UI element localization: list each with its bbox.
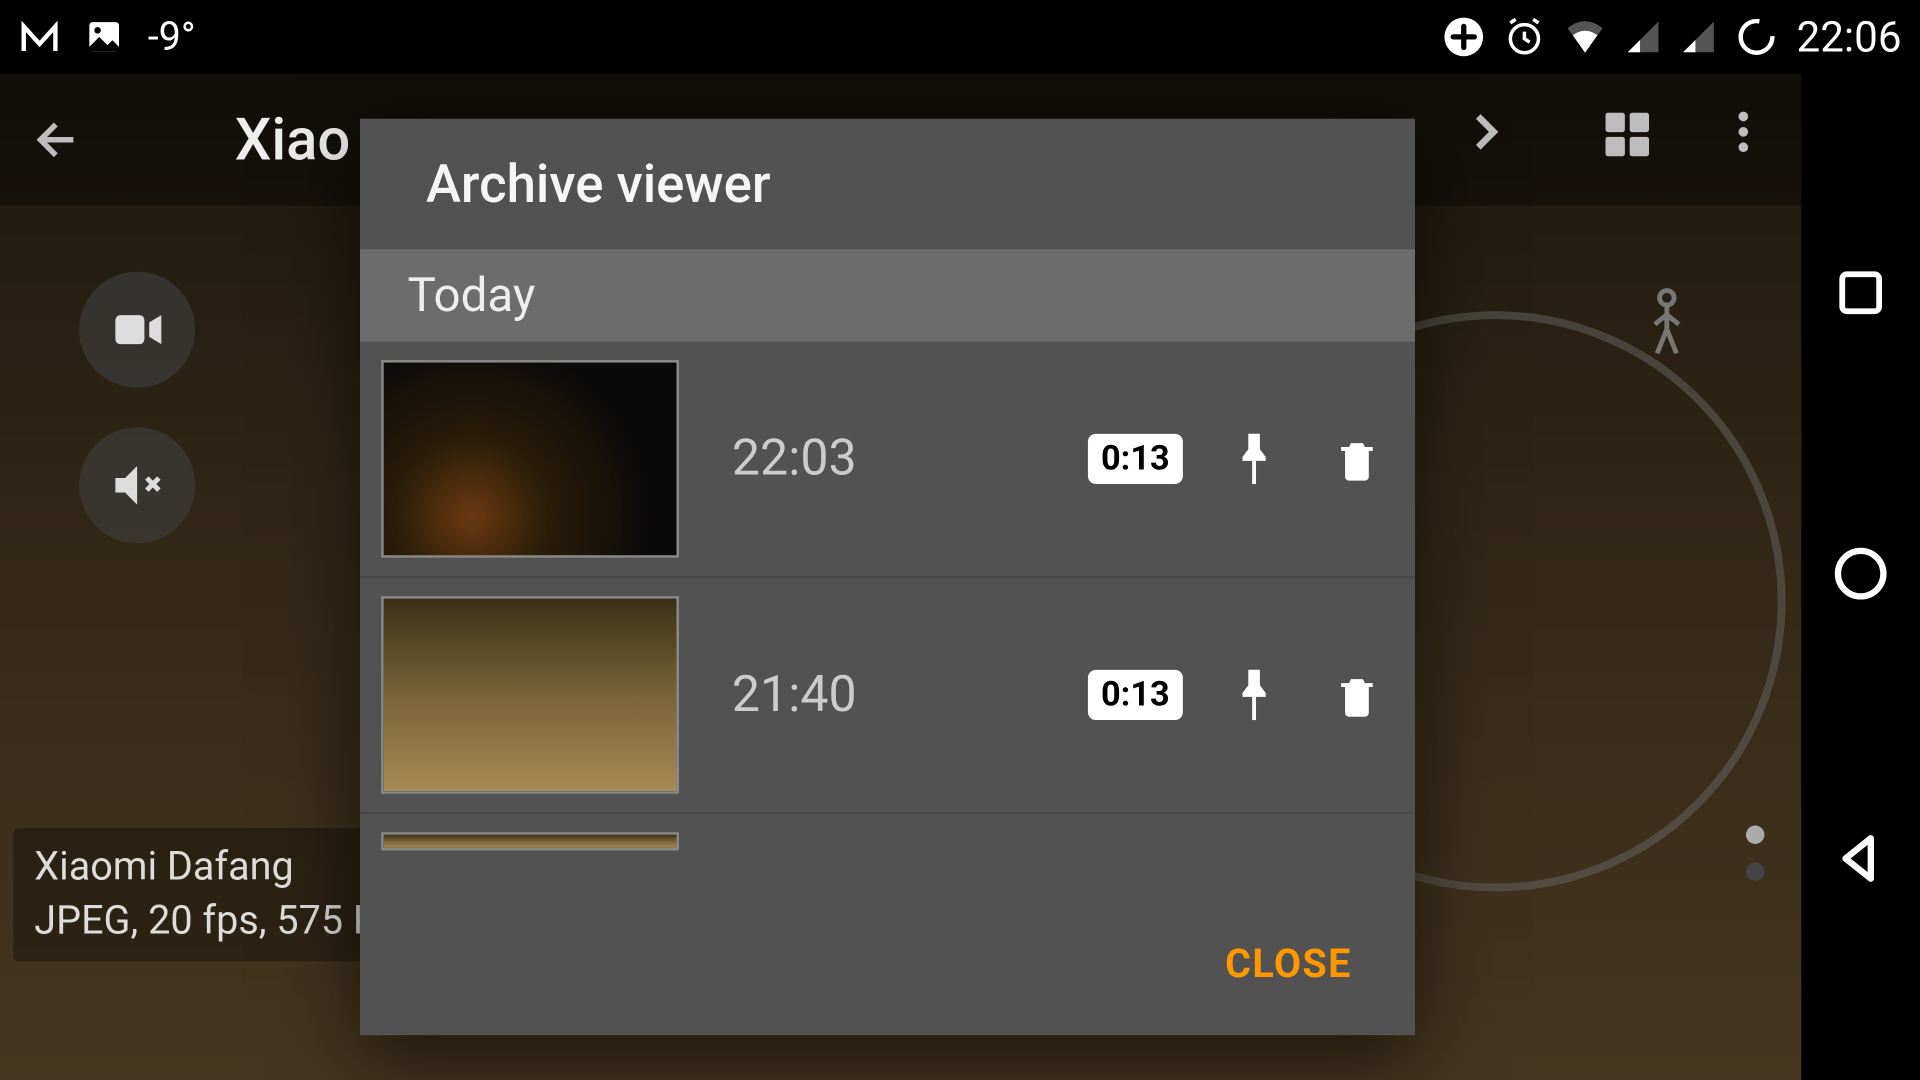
dialog-title: Archive viewer xyxy=(360,119,1415,250)
archive-item[interactable]: 21:40 0:13 xyxy=(360,578,1415,814)
page-indicator xyxy=(1746,826,1764,881)
archive-time: 21:40 xyxy=(732,666,1048,724)
system-navbar xyxy=(1801,74,1920,1080)
statusbar-time: 22:06 xyxy=(1796,12,1901,62)
camera-stream-info: JPEG, 20 fps, 575 KB xyxy=(34,895,402,948)
archive-time: 22:03 xyxy=(732,430,1048,488)
temperature: -9° xyxy=(148,14,196,60)
alarm-icon xyxy=(1504,16,1546,58)
camera-name: Xiaomi Dafang xyxy=(34,841,402,894)
duration-badge: 0:13 xyxy=(1088,670,1183,720)
grid-view-button[interactable] xyxy=(1598,105,1656,163)
next-button[interactable] xyxy=(1458,105,1511,158)
archive-item[interactable] xyxy=(360,814,1415,851)
archive-thumbnail[interactable] xyxy=(381,360,679,558)
archive-thumbnail[interactable] xyxy=(381,832,679,850)
dialog-section-header: Today xyxy=(360,249,1415,341)
person-detection-icon[interactable] xyxy=(1638,285,1696,364)
mute-button[interactable] xyxy=(79,427,195,543)
archive-viewer-dialog: Archive viewer Today 22:03 0:13 21:40 0:… xyxy=(360,119,1415,1035)
archive-thumbnail[interactable] xyxy=(381,596,679,794)
more-menu-button[interactable] xyxy=(1717,105,1770,158)
delete-button[interactable] xyxy=(1325,663,1388,726)
app-notif-m-icon xyxy=(18,16,60,58)
archive-list[interactable]: 22:03 0:13 21:40 0:13 xyxy=(360,342,1415,910)
back-button[interactable] xyxy=(26,108,89,171)
duration-badge: 0:13 xyxy=(1088,434,1183,484)
signal-1-icon xyxy=(1625,18,1662,55)
recents-button[interactable] xyxy=(1833,265,1888,320)
close-button[interactable]: CLOSE xyxy=(1225,942,1352,988)
image-notif-icon xyxy=(84,17,124,57)
app-title: Xiao xyxy=(235,105,351,174)
statusbar: -9° 22:06 xyxy=(0,0,1920,74)
signal-2-icon xyxy=(1680,18,1717,55)
sync-icon xyxy=(1736,16,1778,58)
plus-circle-icon xyxy=(1443,16,1485,58)
back-system-button[interactable] xyxy=(1830,828,1891,889)
pin-button[interactable] xyxy=(1222,663,1285,726)
delete-button[interactable] xyxy=(1325,427,1388,490)
wifi-icon xyxy=(1564,16,1606,58)
pin-button[interactable] xyxy=(1222,427,1285,490)
record-button[interactable] xyxy=(79,272,195,388)
archive-item[interactable]: 22:03 0:13 xyxy=(360,342,1415,578)
home-button[interactable] xyxy=(1830,544,1891,605)
